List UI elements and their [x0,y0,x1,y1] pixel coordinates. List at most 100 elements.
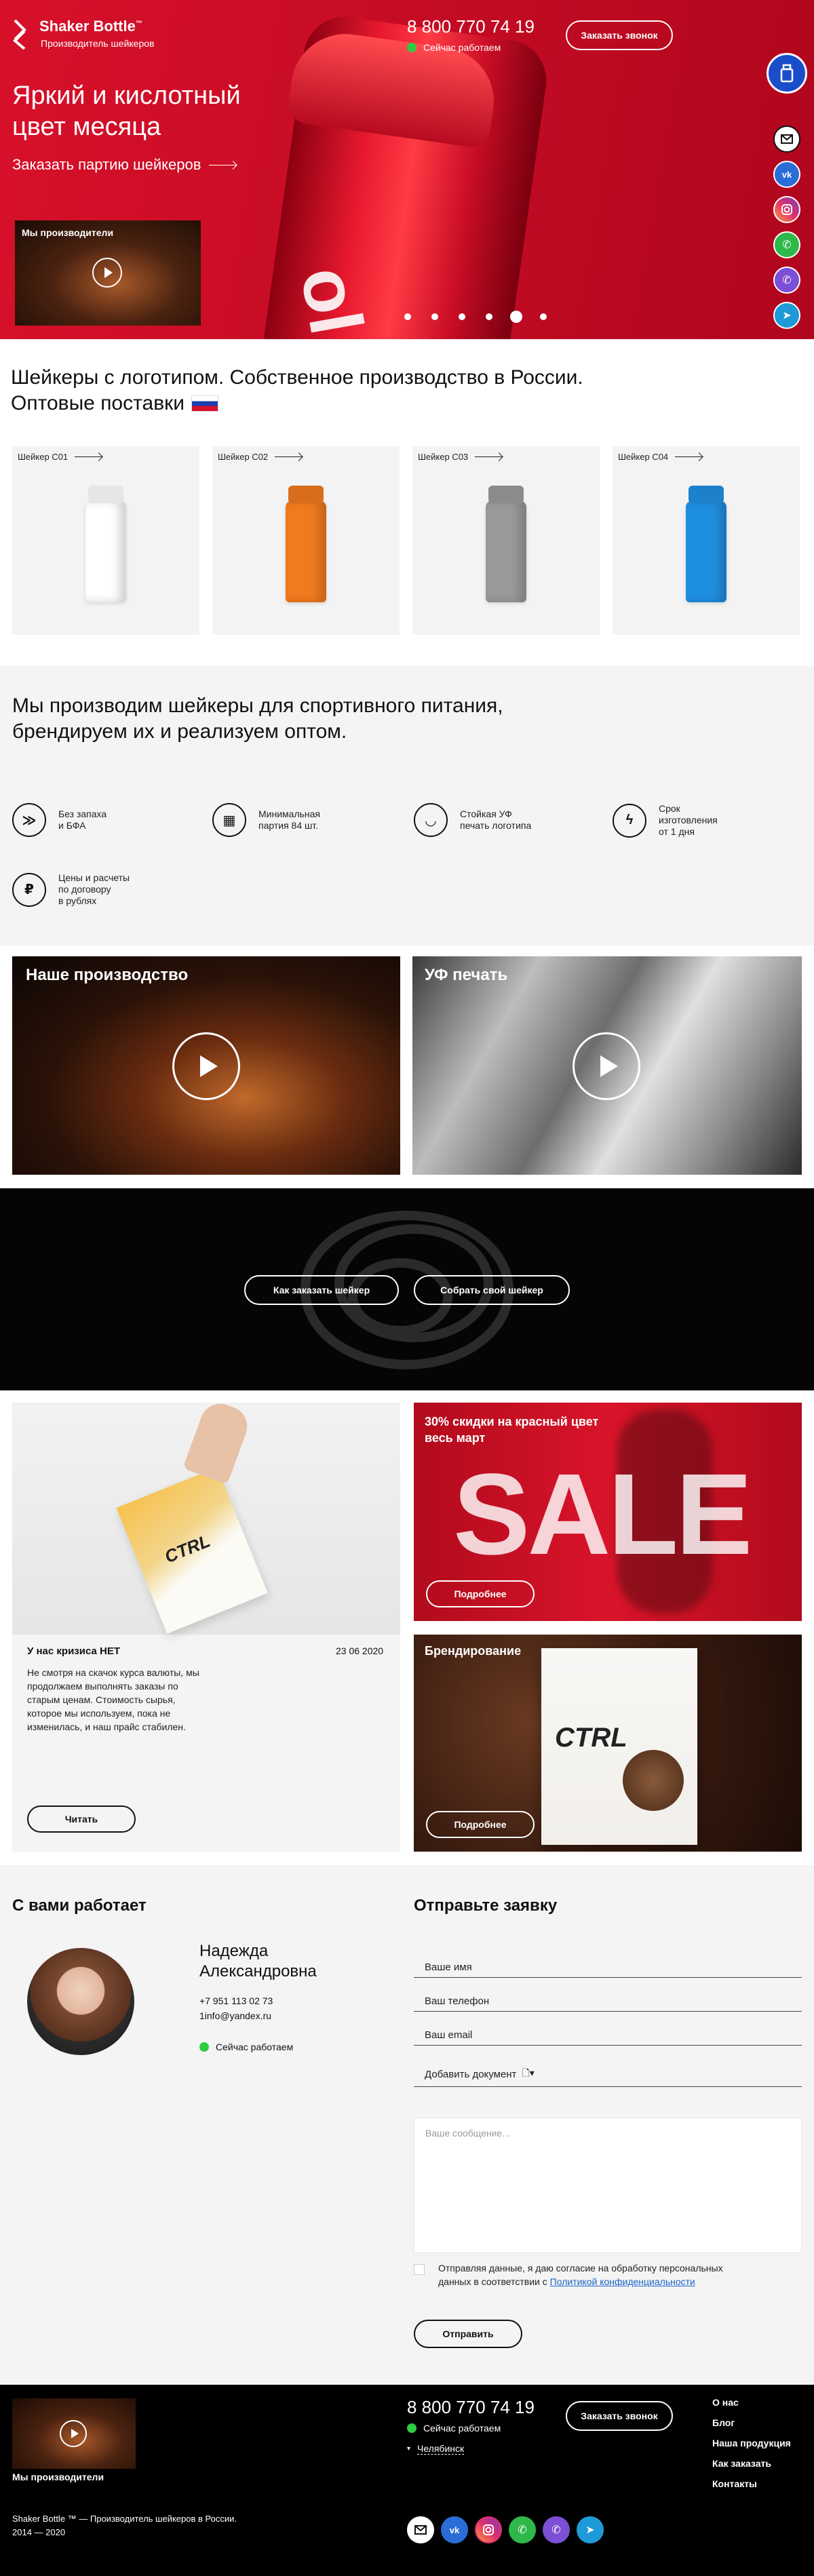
arrow-right-icon [675,456,703,457]
paperclip-icon: 🗋▾ [522,2067,535,2078]
package-brand: CTRL [161,1530,213,1567]
feature-text: Минимальная партия 84 шт. [258,808,321,831]
telegram-icon[interactable]: ➤ [773,302,800,329]
submit-button[interactable]: Отправить [414,2320,522,2348]
header-phone[interactable]: 8 800 770 74 19 [407,16,535,37]
footer-phone[interactable]: 8 800 770 74 19 [407,2397,535,2418]
footer-link[interactable]: Блог [712,2417,807,2428]
slider-dot[interactable] [510,311,522,323]
manager-status: Сейчас работаем [199,2042,293,2052]
footer-copyright: Shaker Bottle ™ — Производитель шейкеров… [12,2512,237,2539]
telegram-icon[interactable]: ➤ [577,2516,604,2543]
product-label[interactable]: Шейкер C02 [218,452,303,462]
footer-callback-button[interactable]: Заказать звонок [566,2401,673,2431]
page: ol Shaker Bottle™ Производитель шейкеров… [0,0,814,2576]
build-shaker-button[interactable]: Собрать свой шейкер [414,1275,570,1305]
city-selector[interactable]: ▾ Челябинск [407,2443,465,2455]
product-card[interactable]: Шейкер C02 [212,446,400,635]
email-field[interactable]: Ваш email [414,2025,802,2046]
news-text: Не смотря на скачок курса валюты, мы про… [27,1667,199,1732]
mail-icon[interactable] [407,2516,434,2543]
hero-cta[interactable]: Заказать партию шейкеров [12,156,237,174]
viber-icon[interactable]: ✆ [773,267,800,294]
sale-card[interactable]: 30% скидки на красный цвет весь март SAL… [414,1403,802,1621]
slider-dot[interactable] [540,313,547,320]
manager-phone[interactable]: +7 951 113 02 73 [199,1995,273,2006]
play-icon[interactable] [92,258,122,288]
play-icon[interactable] [573,1032,640,1100]
vk-icon[interactable]: vk [773,161,800,188]
branding-more-button[interactable]: Подробнее [426,1811,535,1838]
slider-dot[interactable] [404,313,411,320]
privacy-policy-link[interactable]: Политикой конфиденциальности [550,2276,695,2287]
hand-image [182,1398,253,1485]
order-band: Как заказать шейкер Собрать свой шейкер [0,1188,814,1390]
attach-field[interactable]: Добавить документ 🗋▾ [414,2062,802,2087]
footer-link[interactable]: Контакты [712,2478,807,2489]
whatsapp-icon[interactable]: ✆ [509,2516,536,2543]
callback-button[interactable]: Заказать звонок [566,20,673,50]
lightning-icon: ϟ [613,803,646,838]
product-card[interactable]: Шейкер C03 [412,446,600,635]
product-label[interactable]: Шейкер C01 [18,452,102,462]
footer-status-text: Сейчас работаем [423,2423,501,2434]
news-title[interactable]: У нас кризиса НЕТ [27,1645,120,1657]
ruble-icon: ₽ [12,872,46,907]
slider-dot[interactable] [459,313,465,320]
slider-dot[interactable] [486,313,492,320]
branding-card[interactable]: Брендирование CTRL Подробнее [414,1635,802,1852]
news-card: CTRL У нас кризиса НЕТ 23 06 2020 Не смо… [12,1398,400,1852]
footer-video-label: Мы производители [12,2472,104,2482]
attach-label: Добавить документ [425,2068,517,2080]
message-field[interactable]: Ваше сообщение... [414,2118,802,2253]
logo-tm: ™ [135,20,142,28]
footer-video-thumb[interactable] [12,2398,136,2469]
product-grid: Шейкер C01 Шейкер C02 Шейкер C03 Шейкер C04 [12,446,802,635]
vk-icon[interactable]: vk [441,2516,468,2543]
product-label[interactable]: Шейкер C04 [618,452,703,462]
read-button[interactable]: Читать [27,1806,136,1833]
hero-video-thumb[interactable]: Мы производители [15,220,201,326]
whatsapp-icon[interactable]: ✆ [773,231,800,258]
play-icon[interactable] [172,1032,240,1100]
footer-link[interactable]: Наша продукция [712,2438,807,2448]
form-heading: Отправьте заявку [414,1896,558,1915]
footer-link[interactable]: О нас [712,2397,807,2408]
about-line1: Мы производим шейкеры для спортивного пи… [12,695,503,717]
sale-more-button[interactable]: Подробнее [426,1580,535,1607]
footer-link[interactable]: Как заказать [712,2458,807,2469]
footer-nav: О нас Блог Наша продукция Как заказать Конта… [712,2397,807,2499]
video-uv-print[interactable]: УФ печать [412,956,802,1175]
product-card[interactable]: Шейкер C01 [12,446,199,635]
about-line2: брендируем их и реализуем оптом. [12,720,347,743]
instagram-icon[interactable] [475,2516,502,2543]
how-to-order-button[interactable]: Как заказать шейкер [244,1275,399,1305]
status-dot-icon [199,2042,209,2052]
russia-flag-icon [191,395,219,412]
phone-field[interactable]: Ваш телефон [414,1991,802,2012]
no-smell-icon: ≫ [12,803,46,837]
header-status-text: Сейчас работаем [423,42,501,53]
cart-button[interactable] [767,53,807,94]
hero-title-line1: Яркий и кислотный [12,81,241,110]
logo-title[interactable]: Shaker Bottle™ [39,18,142,35]
video-production[interactable]: Наше производство [12,956,400,1175]
slider-dot[interactable] [431,313,438,320]
instagram-icon[interactable] [773,196,800,223]
batch-icon: ▦ [212,803,246,837]
manager-email[interactable]: 1info@yandex.ru [199,2010,271,2021]
feature-text: Цены и расчеты по договору в рублях [58,872,130,906]
package-image: CTRL [116,1467,268,1634]
shaker-cap-image [689,486,724,503]
play-icon[interactable] [60,2420,87,2447]
name-field[interactable]: Ваше имя [414,1957,802,1978]
product-name: Шейкер C04 [618,452,669,462]
shaker-cart-icon [780,64,794,83]
viber-icon[interactable]: ✆ [543,2516,570,2543]
shaker-cap-image [88,486,123,503]
logo-icon[interactable] [12,19,27,50]
consent-checkbox[interactable] [414,2264,425,2275]
product-label[interactable]: Шейкер C03 [418,452,503,462]
mail-icon[interactable] [773,125,800,153]
product-card[interactable]: Шейкер C04 [613,446,800,635]
